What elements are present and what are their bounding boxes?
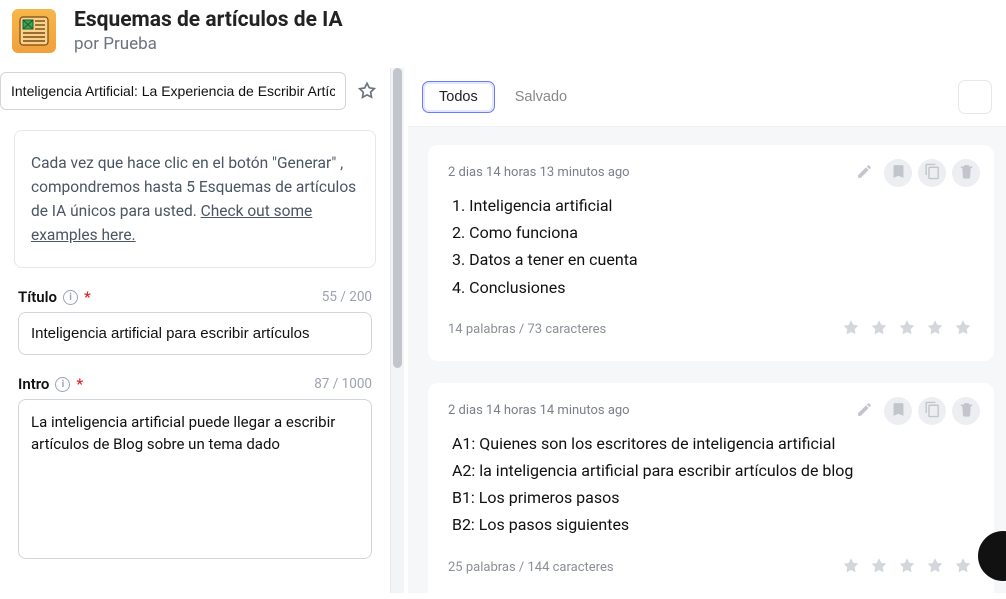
bookmark-button[interactable] [884, 397, 912, 425]
card-content: 1. Inteligencia artificial 2. Como funci… [448, 192, 974, 301]
star-icon[interactable] [952, 555, 974, 581]
trash-icon [958, 401, 975, 421]
copy-icon [924, 163, 941, 183]
title-input[interactable] [18, 312, 372, 355]
bookmark-button[interactable] [884, 159, 912, 187]
extra-button[interactable] [958, 80, 992, 114]
edit-button[interactable] [850, 397, 878, 425]
author-name: Prueba [103, 34, 157, 54]
rating-stars[interactable] [840, 555, 974, 581]
star-icon[interactable] [840, 317, 862, 343]
edit-icon [856, 163, 873, 183]
tab-saved[interactable]: Salvado [499, 82, 583, 112]
intro-label: Intro i * [18, 375, 83, 393]
headline-input[interactable] [0, 72, 346, 110]
star-icon[interactable] [868, 317, 890, 343]
word-count: 25 palabras / 144 caracteres [448, 560, 614, 575]
card-content: A1: Quienes son los escritores de inteli… [448, 430, 974, 539]
page-title: Esquemas de artículos de IA [74, 8, 343, 32]
intro-counter: 87 / 1000 [314, 376, 372, 392]
rating-stars[interactable] [840, 317, 974, 343]
favorite-button[interactable] [352, 76, 382, 106]
copy-button[interactable] [918, 397, 946, 425]
star-icon[interactable] [952, 317, 974, 343]
input-panel: Cada vez que hace clic en el botón "Gene… [0, 68, 404, 593]
bookmark-icon [890, 401, 907, 421]
star-icon[interactable] [924, 555, 946, 581]
edit-icon [856, 401, 873, 421]
title-label: Título i * [18, 288, 91, 306]
star-icon[interactable] [868, 555, 890, 581]
info-icon[interactable]: i [55, 377, 70, 392]
results-list[interactable]: 2 dias 14 horas 13 minutos ago 1. Inteli… [408, 127, 1006, 593]
info-box: Cada vez que hace clic en el botón "Gene… [14, 130, 376, 268]
page-subtitle: por Prueba [74, 34, 343, 54]
star-icon[interactable] [924, 317, 946, 343]
bookmark-icon [890, 163, 907, 183]
by-prefix: por [74, 34, 103, 54]
word-count: 14 palabras / 73 caracteres [448, 322, 606, 337]
delete-button[interactable] [952, 397, 980, 425]
star-outline-icon [356, 80, 378, 102]
scrollbar-track[interactable] [390, 68, 404, 593]
result-card: 2 dias 14 horas 14 minutos ago A1: Quien… [428, 383, 994, 593]
star-icon[interactable] [896, 317, 918, 343]
result-card: 2 dias 14 horas 13 minutos ago 1. Inteli… [428, 145, 994, 361]
star-icon[interactable] [896, 555, 918, 581]
scrollbar-thumb[interactable] [393, 68, 402, 368]
copy-button[interactable] [918, 159, 946, 187]
results-panel: Todos Salvado 2 dias 14 horas 13 minutos… [408, 68, 1006, 593]
star-icon[interactable] [840, 555, 862, 581]
edit-button[interactable] [850, 159, 878, 187]
tab-all[interactable]: Todos [422, 81, 495, 113]
title-field-group: Título i * 55 / 200 [18, 288, 372, 355]
title-counter: 55 / 200 [322, 289, 372, 305]
delete-button[interactable] [952, 159, 980, 187]
copy-icon [924, 401, 941, 421]
app-header: Esquemas de artículos de IA por Prueba [0, 0, 1006, 68]
intro-textarea[interactable] [18, 399, 372, 559]
tabs-row: Todos Salvado [408, 68, 1006, 127]
intro-field-group: Intro i * 87 / 1000 [18, 375, 372, 563]
app-logo-icon [12, 9, 56, 53]
trash-icon [958, 163, 975, 183]
info-icon[interactable]: i [63, 290, 78, 305]
